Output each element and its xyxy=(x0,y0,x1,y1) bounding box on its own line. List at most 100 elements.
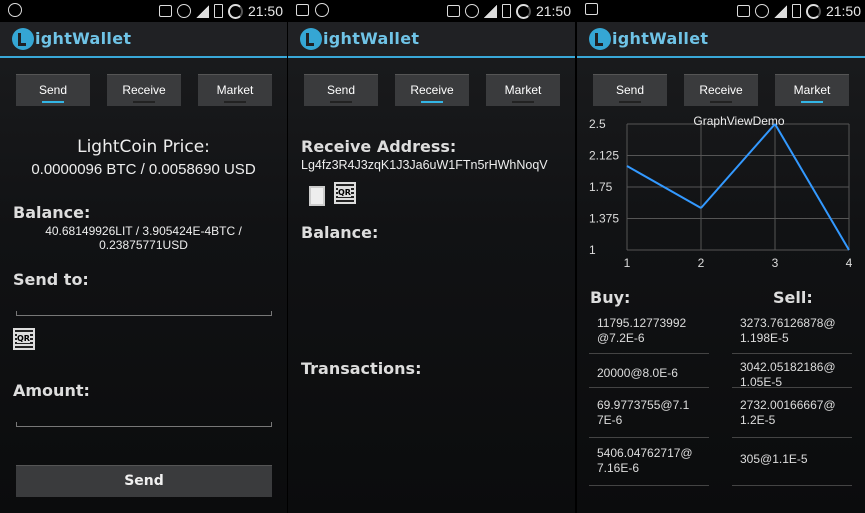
sell-order-text: 1.198E-5 xyxy=(740,331,789,345)
sell-order-row: 305@1.1E-5 xyxy=(732,442,852,486)
tab-market[interactable]: Market xyxy=(198,74,272,106)
tab-label: Market xyxy=(216,83,254,97)
tab-label: Receive xyxy=(699,83,743,97)
amount-label: Amount: xyxy=(13,381,90,400)
tab-label: Market xyxy=(504,83,542,97)
buy-label: Buy: xyxy=(590,288,631,307)
vibrate-icon xyxy=(446,5,460,17)
send-screen: 21:50 ightWallet Send Receive Market Lig… xyxy=(0,0,287,513)
x-tick-label: 2 xyxy=(698,256,705,270)
market-screen: 21:50 ightWallet Send Receive Market 2.5… xyxy=(577,0,865,513)
chart-title: GraphViewDemo xyxy=(693,114,784,128)
tab-receive[interactable]: Receive xyxy=(107,74,181,106)
tab-market[interactable]: Market xyxy=(486,74,560,106)
status-bar: 21:50 xyxy=(577,0,865,22)
tab-market[interactable]: Market xyxy=(775,74,849,106)
x-tick-label: 1 xyxy=(624,256,631,270)
y-tick-label: 1.375 xyxy=(589,212,619,226)
tab-send[interactable]: Send xyxy=(304,74,378,106)
buy-order-text: 5406.04762717@ xyxy=(597,446,693,460)
y-tick-label: 1 xyxy=(589,243,596,257)
app-title: ightWallet xyxy=(323,29,420,48)
y-tick-label: 2.125 xyxy=(589,149,619,163)
qr-scan-icon[interactable] xyxy=(13,328,35,350)
status-time: 21:50 xyxy=(247,3,283,19)
vibrate-icon xyxy=(736,5,750,17)
copy-icon[interactable] xyxy=(305,183,325,206)
tab-receive[interactable]: Receive xyxy=(684,74,758,106)
image-icon xyxy=(296,4,309,16)
signal-icon xyxy=(195,4,209,18)
alarm-icon xyxy=(8,3,22,17)
sync-icon xyxy=(227,3,243,19)
sell-order-row: 3042.05182186@ 1.05E-5 xyxy=(732,356,852,389)
app-title: ightWallet xyxy=(35,29,132,48)
tab-label: Receive xyxy=(122,83,166,97)
tab-label: Send xyxy=(326,83,356,97)
status-time: 21:50 xyxy=(535,3,571,19)
balance-label: Balance: xyxy=(13,203,91,222)
alarm-icon xyxy=(464,4,479,18)
y-tick-label: 2.5 xyxy=(589,117,606,131)
sell-order-text: 2732.00166667@ xyxy=(740,398,836,412)
tab-send[interactable]: Send xyxy=(16,74,90,106)
action-bar: ightWallet xyxy=(0,22,287,58)
balance-label: Balance: xyxy=(301,223,379,242)
app-logo-icon xyxy=(300,28,322,50)
tab-label: Receive xyxy=(410,83,454,97)
qr-code-icon[interactable] xyxy=(334,182,356,204)
buy-order-text: @7.2E-6 xyxy=(597,331,645,345)
sell-order-text: 3042.05182186@ xyxy=(740,360,836,374)
series-line-segment xyxy=(700,123,776,209)
buy-order-row: 11795.12773992 @7.2E-6 xyxy=(589,312,709,354)
send-to-input[interactable] xyxy=(16,311,272,316)
status-bar: 21:50 xyxy=(288,0,575,22)
amount-input[interactable] xyxy=(16,422,272,427)
status-time: 21:50 xyxy=(825,3,861,19)
app-logo-icon xyxy=(12,28,34,50)
y-tick-label: 1.75 xyxy=(589,180,613,194)
action-bar: ightWallet xyxy=(288,22,575,58)
price-chart: 2.5 2.125 1.75 1.375 1 1 2 3 4 GraphViewDemo xyxy=(589,114,853,270)
transactions-label: Transactions: xyxy=(301,359,422,378)
send-to-label: Send to: xyxy=(13,270,89,289)
action-bar: ightWallet xyxy=(577,22,865,58)
sell-order-text: 1.2E-5 xyxy=(740,413,776,427)
price-label: LightCoin Price: xyxy=(77,137,210,157)
vibrate-icon xyxy=(158,5,172,17)
sell-order-row: 2732.00166667@ 1.2E-5 xyxy=(732,394,852,438)
alarm-icon xyxy=(315,3,329,17)
sell-order-text: 1.05E-5 xyxy=(740,375,783,389)
send-button[interactable]: Send xyxy=(16,465,272,497)
signal-icon xyxy=(773,4,787,18)
buy-order-text: 20000@8.0E-6 xyxy=(597,366,678,380)
buy-order-text: 11795.12773992 xyxy=(597,316,687,330)
buy-order-text: 7E-6 xyxy=(597,413,623,427)
image-icon xyxy=(585,3,598,15)
buy-order-row: 69.9773755@7.1 7E-6 xyxy=(589,394,709,438)
tab-receive[interactable]: Receive xyxy=(395,74,469,106)
balance-line-1: 40.68149926LIT / 3.905424E-4BTC / xyxy=(45,224,242,238)
buy-order-row: 20000@8.0E-6 xyxy=(589,356,709,388)
price-value: 0.0000096 BTC / 0.0058690 USD xyxy=(31,161,256,178)
x-tick-label: 4 xyxy=(846,256,853,270)
sell-order-text: 305@1.1E-5 xyxy=(740,452,808,466)
x-tick-label: 3 xyxy=(772,256,779,270)
sell-order-row: 3273.76126878@ 1.198E-5 xyxy=(732,312,852,354)
buy-order-text: 7.16E-6 xyxy=(597,461,640,475)
tab-label: Send xyxy=(38,83,68,97)
balance-line-2: 0.23875771USD xyxy=(99,238,188,252)
alarm-icon xyxy=(176,4,191,18)
alarm-icon xyxy=(754,4,769,18)
battery-icon xyxy=(501,4,511,18)
buy-order-text: 69.9773755@7.1 xyxy=(597,398,690,412)
sync-icon xyxy=(805,3,821,19)
tab-send[interactable]: Send xyxy=(593,74,667,106)
app-logo-icon xyxy=(589,28,611,50)
battery-icon xyxy=(213,4,223,18)
sync-icon xyxy=(515,3,531,19)
tab-label: Send xyxy=(615,83,645,97)
receive-address-label: Receive Address: xyxy=(301,137,457,156)
status-bar: 21:50 xyxy=(0,0,287,22)
buy-order-row: 5406.04762717@ 7.16E-6 xyxy=(589,442,709,486)
